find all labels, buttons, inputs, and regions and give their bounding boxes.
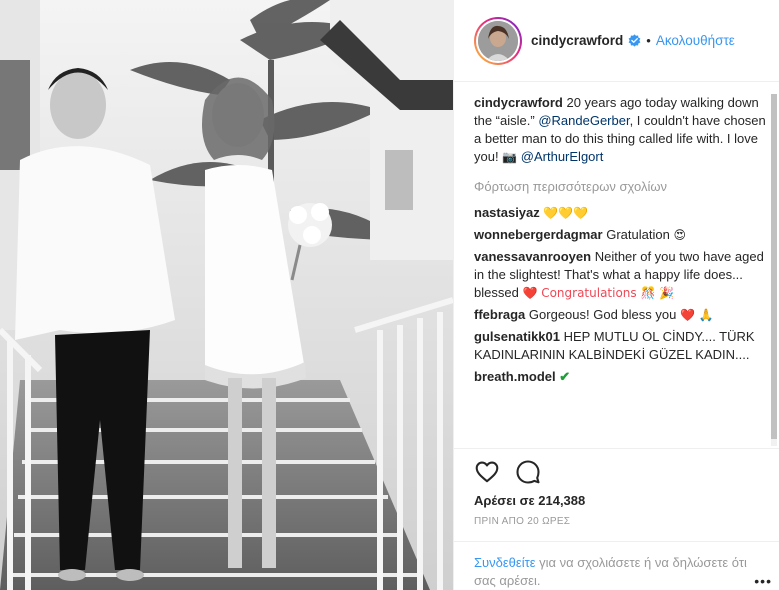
comment-username[interactable]: vanessavanrooyen: [474, 249, 591, 264]
caption: cindycrawford 20 years ago today walking…: [474, 94, 770, 166]
comment-username[interactable]: gulsenatikk01: [474, 329, 560, 344]
camera-icon: 📷: [502, 150, 518, 164]
post-side-panel: cindycrawford • Ακολουθήστε cindycrawfor…: [453, 0, 779, 590]
comments-list[interactable]: cindycrawford 20 years ago today walking…: [474, 94, 770, 446]
comment-item: breath.model ✔: [474, 368, 770, 386]
heart-icon[interactable]: [474, 459, 500, 485]
yellow-heart-icons: 💛💛💛: [543, 206, 589, 220]
comment-item: gulsenatikk01 HEP MUTLU OL CİNDY.... TÜR…: [474, 328, 770, 364]
caption-username[interactable]: cindycrawford: [474, 95, 563, 110]
likes-count[interactable]: Αρέσει σε 214,388: [474, 493, 585, 508]
comment-item: nastasiyaz 💛💛💛: [474, 204, 770, 222]
follow-button[interactable]: Ακολουθήστε: [656, 33, 735, 48]
verified-badge-icon: [628, 34, 641, 47]
heart-and-party-icons: ❤️ Congratulations 🎊 🎉: [522, 286, 675, 300]
post-photo[interactable]: [0, 0, 453, 590]
comment-icon[interactable]: [515, 459, 541, 485]
comment-username[interactable]: wonnebergerdagmar: [474, 227, 603, 242]
comment-text: Gorgeous! God bless you: [528, 307, 677, 322]
caption-mention-1[interactable]: @RandeGerber: [538, 113, 629, 128]
comments-scrollbar[interactable]: [771, 94, 777, 446]
comment-text: Gratulation: [606, 227, 670, 242]
avatar-image: [478, 20, 518, 61]
login-link[interactable]: Συνδεθείτε: [474, 555, 536, 570]
check-mark-icon: ✔: [559, 369, 571, 384]
post-header: cindycrawford • Ακολουθήστε: [454, 0, 779, 82]
comment-username[interactable]: ffebraga: [474, 307, 525, 322]
header-username[interactable]: cindycrawford: [531, 33, 623, 48]
login-prompt: Συνδεθείτε για να σχολιάσετε ή να δηλώσε…: [454, 541, 779, 590]
comment-item: vanessavanrooyen Neither of you two have…: [474, 248, 770, 302]
heart-eyes-icon: 😍: [673, 228, 686, 242]
more-options-button[interactable]: •••: [754, 573, 772, 589]
load-more-comments-button[interactable]: Φόρτωση περισσότερων σχολίων: [474, 178, 770, 196]
wedding-photo-illustration: [0, 0, 453, 590]
comment-username[interactable]: nastasiyaz: [474, 205, 540, 220]
comment-item: wonnebergerdagmar Gratulation 😍: [474, 226, 770, 244]
heart-pray-icons: ❤️ 🙏: [679, 308, 714, 322]
story-ring[interactable]: [474, 16, 522, 65]
comment-item: ffebraga Gorgeous! God bless you ❤️ 🙏: [474, 306, 770, 324]
comment-username[interactable]: breath.model: [474, 369, 556, 384]
post-actions: Αρέσει σε 214,388 ΠΡΙΝ ΑΠΟ 20 ΩΡΕΣ Συνδε…: [454, 448, 779, 590]
caption-mention-2[interactable]: @ArthurElgort: [521, 149, 604, 164]
post-timestamp[interactable]: ΠΡΙΝ ΑΠΟ 20 ΩΡΕΣ: [474, 516, 570, 527]
header-separator: •: [646, 33, 651, 48]
scrollbar-thumb[interactable]: [771, 94, 777, 439]
avatar[interactable]: [478, 20, 518, 61]
